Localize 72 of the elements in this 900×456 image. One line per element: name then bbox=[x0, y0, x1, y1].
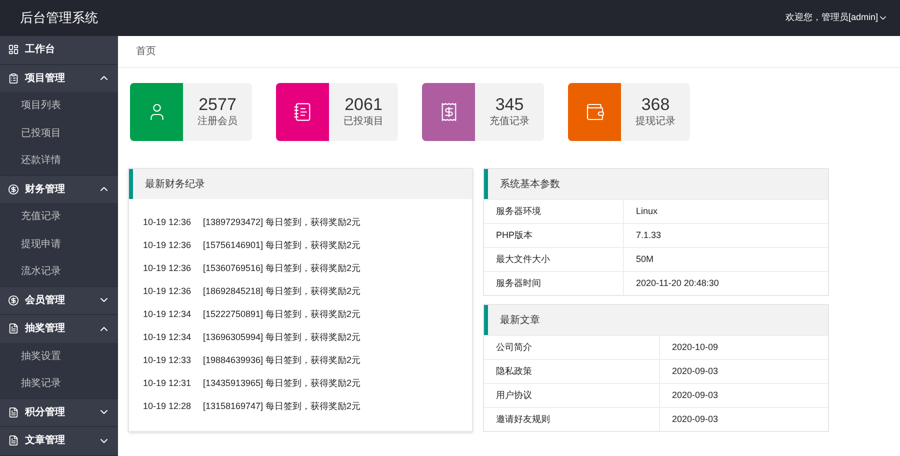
coin-icon bbox=[8, 294, 19, 306]
panel-header: 最新文章 bbox=[484, 305, 828, 335]
sidebar-item[interactable]: 工作台 bbox=[0, 36, 118, 64]
sidebar-item[interactable]: 文章管理 bbox=[0, 427, 118, 454]
table-cell: 公司简介 bbox=[484, 336, 660, 359]
wallet-icon bbox=[584, 102, 604, 122]
sidebar-item[interactable]: 财务管理 bbox=[0, 176, 118, 203]
record-text: [13158169747] 每日签到，获得奖励2元 bbox=[203, 400, 361, 413]
record-time: 10-19 12:28 bbox=[143, 400, 192, 413]
record-time: 10-19 12:36 bbox=[143, 238, 192, 252]
sidebar-subitem[interactable]: 抽奖记录 bbox=[0, 370, 118, 398]
stat-value: 2577 bbox=[198, 96, 236, 114]
table-cell: 最大文件大小 bbox=[484, 248, 624, 271]
table-cell-text: 2020-09-03 bbox=[671, 364, 720, 378]
sidebar-item[interactable]: 积分管理 bbox=[0, 398, 118, 426]
stat-label: 提现记录 bbox=[636, 114, 676, 128]
sidebar-subitem[interactable]: 已投项目 bbox=[0, 120, 118, 147]
sidebar-subitem[interactable]: 抽奖设置 bbox=[0, 342, 118, 370]
table-cell-text: Linux bbox=[635, 204, 659, 218]
app-title: 后台管理系统 bbox=[20, 9, 98, 28]
sidebar-subitem[interactable]: 还款详情 bbox=[0, 147, 118, 174]
stat-label: 充值记录 bbox=[490, 114, 530, 128]
record-time: 10-19 12:31 bbox=[143, 376, 192, 390]
stat-label: 已投项目 bbox=[344, 114, 384, 128]
table-cell-text: 7.1.33 bbox=[635, 228, 662, 242]
record-time: 10-19 12:33 bbox=[143, 354, 192, 367]
record-text: [15222750891] 每日签到，获得奖励2元 bbox=[203, 308, 361, 321]
table-cell: 邀请好友规则 bbox=[484, 408, 660, 431]
table-cell: PHP版本 bbox=[484, 224, 624, 247]
stat-value: 345 bbox=[495, 96, 524, 114]
sidebar-subitem[interactable]: 充值记录 bbox=[0, 203, 118, 230]
table-cell-text: 2020-09-03 bbox=[671, 388, 720, 402]
record-text: [13435913965] 每日签到，获得奖励2元 bbox=[203, 376, 361, 390]
stat-label: 注册会员 bbox=[198, 114, 238, 128]
sidebar-subitem[interactable]: 流水记录 bbox=[0, 258, 118, 286]
breadcrumb[interactable]: 首页 bbox=[136, 44, 156, 59]
notepad-icon bbox=[292, 102, 312, 122]
document-icon bbox=[8, 406, 19, 418]
panel-header: 最新财务纪录 bbox=[129, 169, 472, 199]
record-text: [15756146901] 每日签到，获得奖励2元 bbox=[203, 238, 361, 252]
record-text: [13897293472] 每日签到，获得奖励2元 bbox=[203, 216, 361, 229]
record-text: [15360769516] 每日签到，获得奖励2元 bbox=[203, 262, 361, 275]
record-time: 10-19 12:36 bbox=[143, 216, 192, 229]
table-cell: 隐私政策 bbox=[484, 360, 660, 383]
table-cell: 用户协议 bbox=[484, 384, 660, 407]
record-text: [19884639936] 每日签到，获得奖励2元 bbox=[203, 354, 361, 367]
sidebar-subitem[interactable]: 项目列表 bbox=[0, 92, 118, 120]
document-icon bbox=[8, 435, 19, 446]
panel-header: 系统基本参数 bbox=[484, 169, 828, 199]
sidebar-item[interactable]: 抽奖管理 bbox=[0, 315, 118, 342]
record-text: [13696305994] 每日签到，获得奖励2元 bbox=[203, 330, 361, 344]
sidebar-subitem[interactable]: 提现申请 bbox=[0, 230, 118, 258]
record-time: 10-19 12:36 bbox=[143, 262, 192, 275]
record-time: 10-19 12:36 bbox=[143, 284, 192, 298]
table-cell: 服务器环境 bbox=[484, 200, 624, 223]
dashboard-icon bbox=[8, 44, 19, 56]
user-menu[interactable]: 欢迎您，管理员[admin] bbox=[785, 11, 888, 25]
record-time: 10-19 12:34 bbox=[143, 330, 192, 344]
coin-icon bbox=[8, 184, 19, 195]
sidebar-item[interactable]: 会员管理 bbox=[0, 286, 118, 314]
stat-value: 368 bbox=[641, 96, 670, 114]
record-text: [18692845218] 每日签到，获得奖励2元 bbox=[203, 284, 361, 298]
stat-value: 2061 bbox=[344, 96, 382, 114]
table-cell-text: 50M bbox=[635, 252, 655, 266]
record-time: 10-19 12:34 bbox=[143, 308, 192, 321]
table-cell-text: 2020-09-03 bbox=[671, 412, 720, 426]
table-cell-text: 2020-11-20 20:48:30 bbox=[635, 276, 720, 290]
table-cell: 服务器时间 bbox=[484, 272, 624, 295]
clipboard-icon bbox=[8, 72, 19, 84]
document-icon bbox=[8, 323, 19, 334]
table-cell-text: 2020-10-09 bbox=[671, 340, 720, 354]
sidebar-item[interactable]: 项目管理 bbox=[0, 64, 118, 92]
